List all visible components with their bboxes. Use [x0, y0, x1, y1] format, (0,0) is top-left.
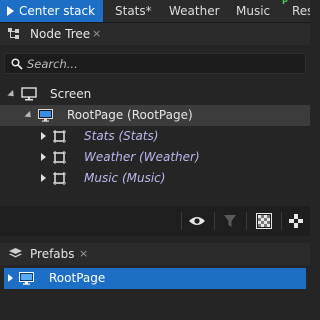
expand-arrow-icon[interactable]: [8, 274, 13, 282]
page-icon: [19, 272, 34, 285]
component-icon: [53, 151, 66, 164]
collapse-arrow-icon[interactable]: [7, 89, 17, 100]
prefab-item-label: RootPage: [49, 271, 106, 285]
component-icon: [53, 172, 66, 185]
filter-icon[interactable]: [223, 214, 237, 228]
node-tree-header: Node Tree ×: [0, 23, 310, 45]
toolbar-separator: [281, 212, 282, 230]
tree-item-label: Music (Music): [84, 171, 166, 185]
checkerboard-icon[interactable]: [256, 213, 272, 229]
tab-label: Center stack: [19, 4, 96, 18]
tree-item-music[interactable]: Music (Music): [0, 168, 310, 189]
tree-item-stats[interactable]: Stats (Stats): [0, 126, 310, 147]
tree-item-weather[interactable]: Weather (Weather): [0, 147, 310, 168]
tab-stats[interactable]: Stats*: [115, 0, 152, 22]
collapse-arrow-icon[interactable]: [24, 110, 34, 121]
tree-item-label: Stats (Stats): [84, 129, 159, 143]
tree-item-rootpage[interactable]: RootPage (RootPage): [0, 105, 310, 126]
monitor-icon: [21, 87, 37, 101]
node-tree-title: Node Tree: [30, 27, 91, 41]
prefabs-title: Prefabs: [30, 247, 75, 261]
tab-music[interactable]: Music: [236, 0, 270, 22]
toolbar-separator: [214, 212, 215, 230]
expand-arrow-icon[interactable]: [41, 153, 46, 161]
toolbar-separator: [246, 212, 247, 230]
tab-center-stack[interactable]: Center stack: [0, 0, 103, 22]
tab-weather[interactable]: Weather: [169, 0, 220, 22]
tree-item-label: Weather (Weather): [84, 150, 200, 164]
tree-item-screen[interactable]: Screen: [0, 84, 310, 105]
node-tree: Screen RootPage (RootPage) Stats (Stats): [0, 84, 310, 206]
tree-item-label: Screen: [50, 87, 92, 101]
tab-modified-indicator: P: [282, 0, 288, 6]
node-tree-search: [4, 53, 306, 74]
layers-icon: [9, 248, 22, 258]
play-icon: [7, 5, 14, 16]
tab-res[interactable]: Res: [292, 0, 310, 22]
prefabs-header: Prefabs ×: [0, 243, 310, 265]
toolbar-separator: [181, 212, 182, 230]
node-tree-icon: [8, 28, 19, 39]
tab-label: Stats*: [115, 4, 152, 18]
tab-label: Weather: [169, 4, 220, 18]
eye-icon[interactable]: [188, 215, 206, 227]
node-tree-toolbar: [0, 206, 310, 236]
tree-item-label: RootPage (RootPage): [67, 108, 193, 122]
expand-arrow-icon[interactable]: [41, 174, 46, 182]
prefabs-close-icon[interactable]: ×: [79, 243, 88, 265]
checkerboard-small-icon[interactable]: [289, 214, 303, 228]
expand-arrow-icon[interactable]: [41, 132, 46, 140]
prefab-item-rootpage[interactable]: RootPage: [4, 268, 306, 289]
component-icon: [53, 130, 66, 143]
node-tree-close-icon[interactable]: ×: [92, 23, 101, 45]
search-input[interactable]: [27, 54, 297, 73]
document-tab-bar: Center stack Stats* Weather Music Res P: [0, 0, 310, 23]
page-icon: [38, 109, 53, 122]
search-icon: [11, 58, 23, 70]
tab-label: Music: [236, 4, 271, 18]
tab-label: Res: [292, 4, 310, 18]
